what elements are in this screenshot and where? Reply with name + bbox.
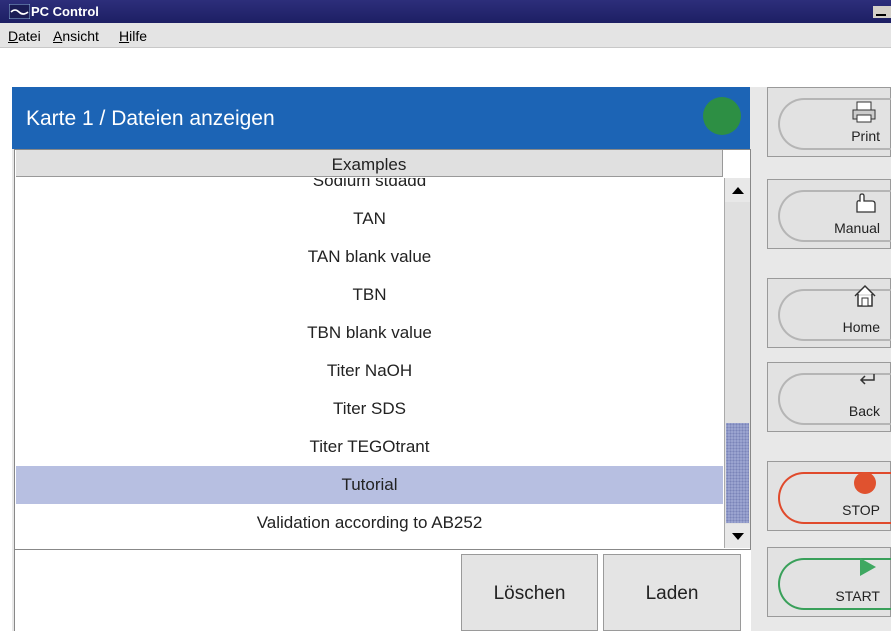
stop-button[interactable]: STOP (767, 461, 891, 531)
menu-hilfe[interactable]: Hilfe (119, 28, 147, 44)
menu-ansicht-label: nsicht (62, 28, 99, 44)
scroll-up-icon[interactable] (725, 178, 750, 202)
column-header[interactable]: Examples (16, 150, 723, 177)
back-button[interactable]: Back (767, 362, 891, 432)
manual-button[interactable]: Manual (767, 179, 891, 249)
file-list: Examples Sodium stdadd TAN TAN blank val… (14, 149, 751, 550)
home-button[interactable]: Home (767, 278, 891, 348)
menu-ansicht-mnemonic: A (53, 28, 63, 44)
menu-datei-mnemonic: D (8, 28, 19, 44)
list-item[interactable]: Titer NaOH (16, 352, 723, 390)
start-label: START (835, 588, 880, 604)
menu-datei-label: atei (18, 28, 41, 44)
status-indicator (703, 97, 741, 135)
list-item[interactable]: TAN (16, 200, 723, 238)
manual-label: Manual (834, 220, 880, 236)
print-button[interactable]: Print (767, 87, 891, 157)
list-item-selected[interactable]: Tutorial (16, 466, 723, 504)
print-label: Print (851, 128, 880, 144)
menu-ansicht[interactable]: Ansicht (53, 28, 99, 44)
scroll-down-icon[interactable] (725, 524, 750, 548)
home-icon (854, 284, 876, 307)
list-item[interactable]: Titer SDS (16, 390, 723, 428)
scrollbar-thumb[interactable] (726, 423, 749, 523)
vertical-scrollbar[interactable] (724, 178, 750, 548)
stop-icon (854, 472, 876, 494)
start-button[interactable]: START (767, 547, 891, 617)
wave-icon (9, 4, 30, 19)
back-label: Back (848, 403, 880, 419)
hand-icon (856, 193, 876, 213)
list-item[interactable]: TBN (16, 276, 723, 314)
page-title: Karte 1 / Dateien anzeigen (26, 107, 275, 130)
list-item[interactable]: TBN blank value (16, 314, 723, 352)
list-rows: Sodium stdadd TAN TAN blank value TBN TB… (16, 178, 723, 548)
delete-button[interactable]: Löschen (461, 554, 598, 631)
home-label: Home (842, 319, 880, 335)
back-arrow-icon (859, 374, 875, 385)
page-header: Karte 1 / Dateien anzeigen (12, 87, 750, 149)
title-bar: PC Control (0, 0, 891, 23)
minimize-icon[interactable] (873, 6, 891, 18)
menu-bar: Datei Ansicht Hilfe (0, 23, 891, 48)
printer-icon (852, 101, 876, 123)
window-title: PC Control (31, 4, 99, 19)
list-item[interactable]: Titer TEGOtrant (16, 428, 723, 466)
menu-hilfe-label: ilfe (129, 28, 148, 44)
load-button[interactable]: Laden (603, 554, 741, 631)
play-icon (860, 558, 876, 576)
menu-datei[interactable]: Datei (8, 28, 41, 44)
list-item[interactable]: TAN blank value (16, 238, 723, 276)
menu-hilfe-mnemonic: H (119, 28, 130, 44)
list-item[interactable]: Validation according to AB252 (16, 504, 723, 542)
stop-label: STOP (842, 502, 880, 518)
list-item[interactable]: Sodium stdadd (16, 178, 723, 200)
